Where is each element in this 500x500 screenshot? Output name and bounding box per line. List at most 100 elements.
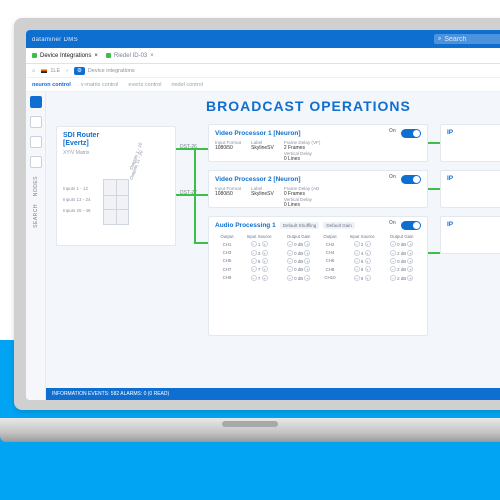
- dst-label: DST-26: [180, 144, 197, 150]
- rail-label-nodes: NODES: [33, 176, 39, 196]
- stepper[interactable]: −: [251, 241, 257, 247]
- wire: [428, 142, 440, 144]
- stepper[interactable]: −: [354, 241, 360, 247]
- stepper[interactable]: +: [262, 241, 268, 247]
- ip-card-1[interactable]: IP: [440, 124, 500, 162]
- card-title: SDI Router[Evertz]: [63, 132, 169, 148]
- stepper[interactable]: +: [365, 241, 371, 247]
- card-props: Input Format1080i50 LabelSkylineSV Frame…: [215, 140, 421, 162]
- stepper[interactable]: +: [262, 266, 268, 272]
- breadcrumb: ⌂ 1LE › ⚙Device integrations: [26, 64, 500, 78]
- crumb-location[interactable]: 1LE: [41, 68, 60, 74]
- flag-icon: [41, 69, 47, 73]
- table-row: CH1− 1 +− 0 dB +CH2− 2 +− 0 dB +: [215, 240, 421, 248]
- subnav-riedel[interactable]: riedel control: [171, 82, 203, 88]
- status-bar: INFORMATION EVENTS: 582 ALARMS: 0 (0 REA…: [46, 388, 500, 400]
- subnav-neuron[interactable]: neuron control: [32, 82, 71, 88]
- stepper[interactable]: +: [407, 250, 413, 256]
- wire: [428, 188, 440, 190]
- wire: [194, 242, 208, 244]
- rail-item-4[interactable]: [30, 156, 42, 168]
- stepper[interactable]: −: [390, 241, 396, 247]
- card-props: Input Format1080i50 LabelSkylineSV Frame…: [215, 186, 421, 208]
- stepper[interactable]: +: [304, 266, 310, 272]
- tab-riedel[interactable]: Riedel ID-03×: [106, 53, 154, 59]
- stepper[interactable]: +: [304, 258, 310, 264]
- table-row: CH7− 7 +− 0 dB +CH8− 8 +− 2 dB +: [215, 265, 421, 273]
- rail-label-search: SEARCH: [33, 204, 39, 228]
- stepper[interactable]: +: [407, 266, 413, 272]
- tab-strip: Device Integrations× Riedel ID-03×: [26, 48, 500, 64]
- page-title: BROADCAST OPERATIONS: [206, 98, 411, 114]
- tab-device-integrations[interactable]: Device Integrations×: [32, 53, 98, 59]
- rail-item-1[interactable]: [30, 96, 42, 108]
- stepper[interactable]: −: [251, 258, 257, 264]
- stepper[interactable]: −: [251, 275, 257, 281]
- subnav-evertz[interactable]: evertz control: [128, 82, 161, 88]
- stepper[interactable]: −: [354, 266, 360, 272]
- stepper[interactable]: +: [365, 266, 371, 272]
- stepper[interactable]: −: [390, 258, 396, 264]
- ip-card-3[interactable]: IP: [440, 216, 500, 254]
- stepper[interactable]: +: [365, 275, 371, 281]
- subnav: neuron control v-matrix control evertz c…: [26, 78, 500, 92]
- stepper[interactable]: +: [407, 275, 413, 281]
- card-title: Video Processor 2 [Neuron]: [215, 176, 301, 183]
- stepper[interactable]: −: [390, 250, 396, 256]
- stepper[interactable]: −: [354, 258, 360, 264]
- stepper[interactable]: −: [390, 266, 396, 272]
- search-input[interactable]: ⌕ Search: [434, 34, 500, 44]
- stepper[interactable]: +: [304, 250, 310, 256]
- subnav-vmatrix[interactable]: v-matrix control: [81, 82, 119, 88]
- stepper[interactable]: −: [287, 250, 293, 256]
- card-title: IP: [447, 221, 453, 228]
- stepper[interactable]: −: [287, 258, 293, 264]
- close-icon[interactable]: ×: [94, 53, 98, 59]
- stepper[interactable]: +: [262, 258, 268, 264]
- rail-item-2[interactable]: [30, 116, 42, 128]
- on-toggle[interactable]: On: [401, 221, 421, 230]
- default-gain-button[interactable]: Default Gain: [323, 222, 355, 229]
- stepper[interactable]: +: [365, 250, 371, 256]
- left-rail: NODES SEARCH: [26, 92, 46, 400]
- default-shuffling-button[interactable]: Default Shuffling: [280, 222, 320, 229]
- stepper[interactable]: +: [262, 275, 268, 281]
- video-processor-2-card[interactable]: Video Processor 2 [Neuron] On Input Forma…: [208, 170, 428, 208]
- sdi-router-card[interactable]: SDI Router[Evertz] XY\V Matrix Inputs 1 …: [56, 126, 176, 246]
- stepper[interactable]: −: [354, 250, 360, 256]
- home-icon[interactable]: ⌂: [32, 68, 35, 74]
- audio-table: OutputInput SourceOutput Gain OutputInpu…: [215, 233, 421, 282]
- matrix-grid[interactable]: [103, 179, 129, 225]
- dst-label: DST-27: [180, 190, 197, 196]
- wire: [194, 148, 196, 244]
- stepper[interactable]: −: [287, 241, 293, 247]
- wire: [428, 252, 440, 254]
- stepper[interactable]: −: [287, 266, 293, 272]
- brand: dataminer DMS: [32, 36, 78, 43]
- canvas: BROADCAST OPERATIONS SDI Router[Evertz] …: [46, 92, 500, 400]
- gear-icon: ⚙: [74, 67, 85, 75]
- stepper[interactable]: −: [390, 275, 396, 281]
- table-row: CH5− 5 +− 0 dB +CH6− 6 +− 0 dB +: [215, 257, 421, 265]
- stepper[interactable]: −: [287, 275, 293, 281]
- stepper[interactable]: +: [365, 258, 371, 264]
- stepper[interactable]: +: [262, 250, 268, 256]
- stepper[interactable]: +: [304, 275, 310, 281]
- table-row: CH9− 7 +− 0 dB +CH10− 8 +− 2 dB +: [215, 274, 421, 282]
- close-icon[interactable]: ×: [150, 53, 154, 59]
- video-processor-1-card[interactable]: Video Processor 1 [Neuron]On Input Forma…: [208, 124, 428, 162]
- ip-card-2[interactable]: IP: [440, 170, 500, 208]
- card-subtitle: XY\V Matrix: [63, 150, 169, 156]
- stepper[interactable]: −: [251, 266, 257, 272]
- on-toggle[interactable]: On: [401, 175, 421, 184]
- stepper[interactable]: +: [407, 241, 413, 247]
- card-title: Audio Processing 1: [215, 222, 276, 229]
- stepper[interactable]: +: [304, 241, 310, 247]
- crumb-section[interactable]: ⚙Device integrations: [74, 67, 135, 75]
- on-toggle[interactable]: On: [401, 129, 421, 138]
- stepper[interactable]: −: [354, 275, 360, 281]
- rail-item-3[interactable]: [30, 136, 42, 148]
- stepper[interactable]: −: [251, 250, 257, 256]
- audio-processing-card[interactable]: Audio Processing 1 Default Shuffling Def…: [208, 216, 428, 336]
- stepper[interactable]: +: [407, 258, 413, 264]
